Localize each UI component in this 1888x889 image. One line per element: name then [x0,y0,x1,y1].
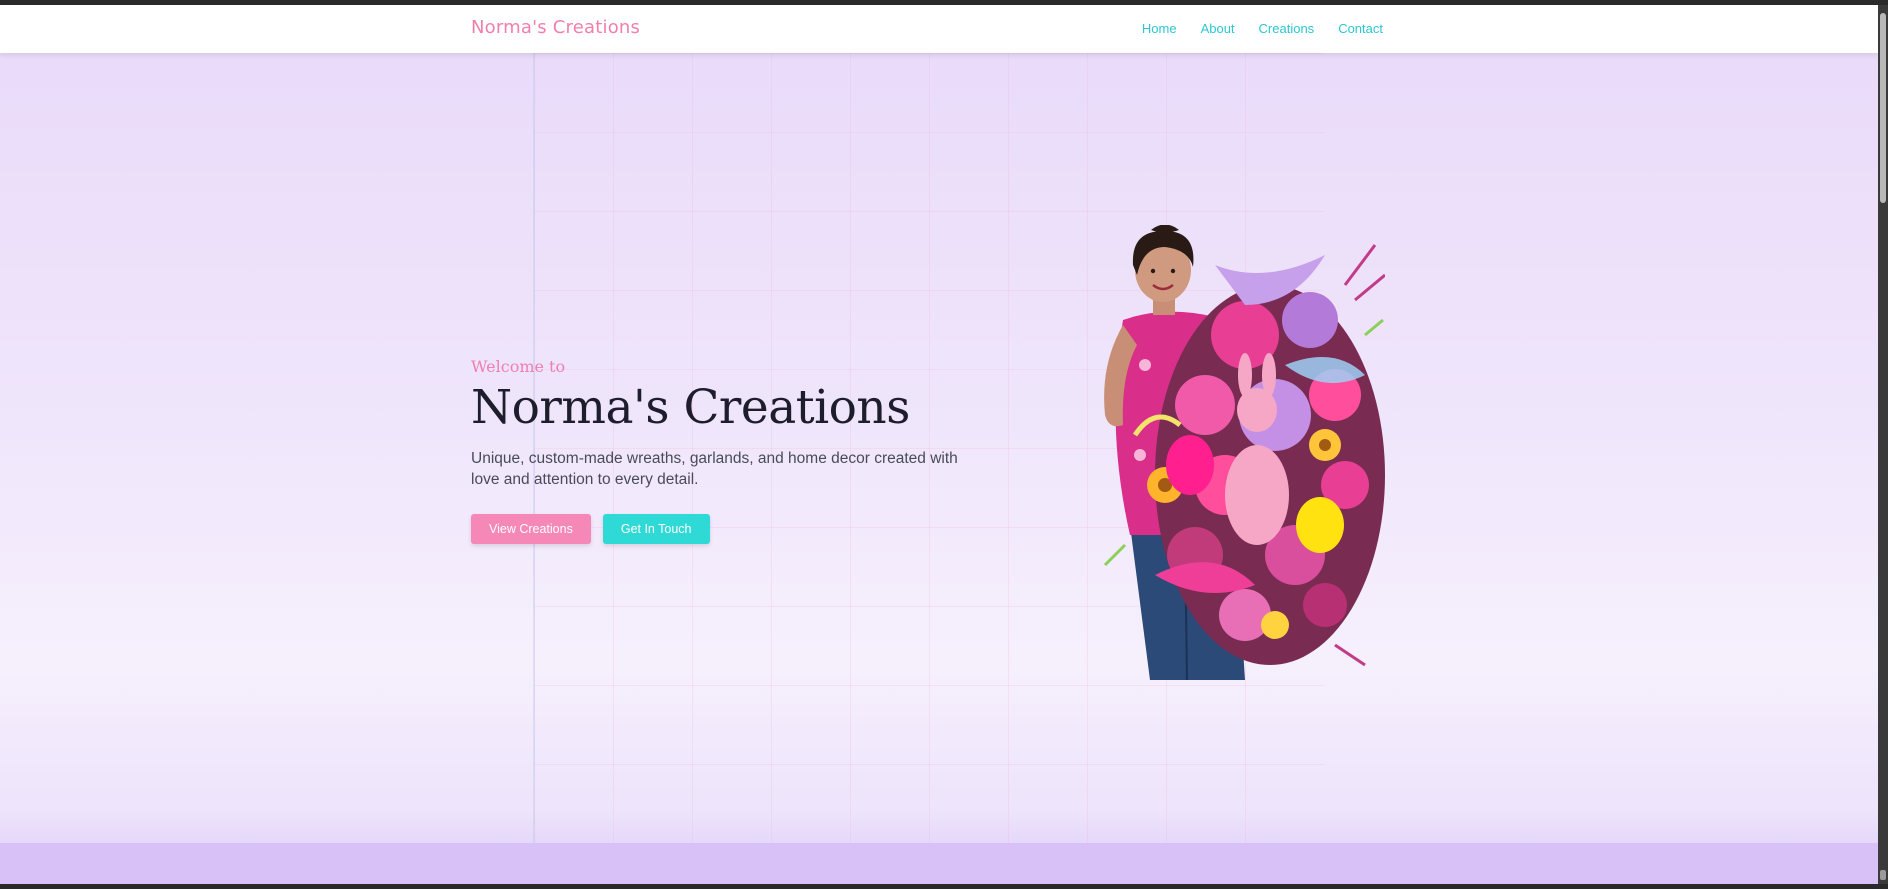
scrollbar-thumb[interactable] [1880,13,1886,203]
page-viewport: Norma's Creations Home About Creations C… [0,5,1878,884]
next-section-band [0,843,1878,884]
view-creations-button[interactable]: View Creations [471,513,591,544]
nav-link-about[interactable]: About [1201,21,1235,36]
hero-section: Welcome to Norma's Creations Unique, cus… [471,357,971,544]
scrollbar[interactable] [1878,5,1888,884]
scroll-down-arrow-icon[interactable] [1880,870,1886,880]
hero-welcome-text: Welcome to [471,357,566,376]
hero-description: Unique, custom-made wreaths, garlands, a… [471,449,958,488]
nav-link-creations[interactable]: Creations [1259,21,1315,36]
hero-buttons: View Creations Get In Touch [471,513,971,544]
nav-link-home[interactable]: Home [1142,21,1177,36]
get-in-touch-button[interactable]: Get In Touch [602,513,710,544]
hero-image [1103,225,1385,681]
nav-link-contact[interactable]: Contact [1338,21,1383,36]
nav-links: Home About Creations Contact [1142,21,1383,36]
brand-logo[interactable]: Norma's Creations [471,17,640,38]
hero-title: Norma's Creations [471,380,910,435]
navbar: Norma's Creations Home About Creations C… [0,5,1878,53]
browser-window: Norma's Creations Home About Creations C… [0,0,1888,889]
